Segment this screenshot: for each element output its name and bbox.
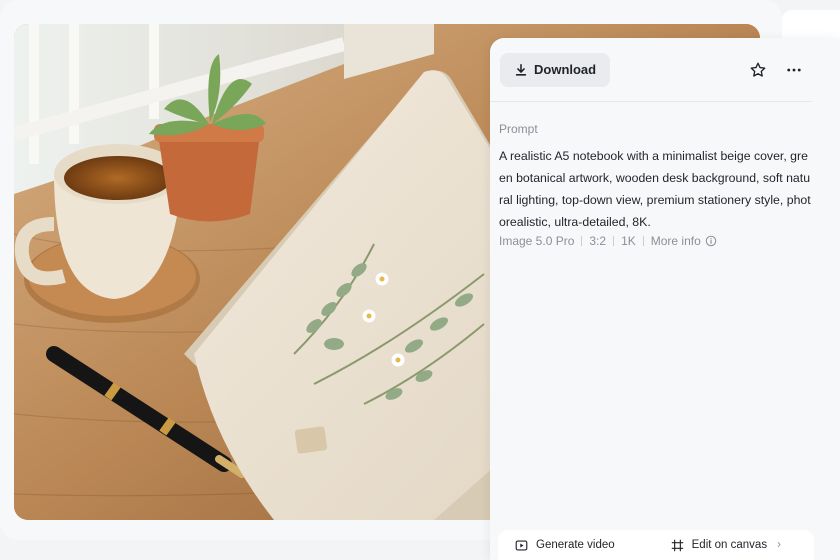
model-name: Image 5.0 Pro	[499, 234, 575, 248]
star-icon	[750, 62, 766, 77]
image-detail-view: Download Prompt A realistic A5 notebook …	[0, 0, 840, 560]
download-button[interactable]: Download	[500, 52, 611, 87]
generate-video-label: Generate video	[536, 539, 615, 551]
more-horizontal-icon	[787, 68, 801, 72]
details-panel: Download Prompt A realistic A5 notebook …	[490, 38, 840, 560]
favorite-button[interactable]	[746, 58, 770, 82]
more-info-link[interactable]: More info	[651, 234, 701, 248]
edit-on-canvas-label: Edit on canvas	[691, 539, 768, 551]
more-options-button[interactable]	[782, 58, 806, 82]
info-icon[interactable]	[705, 235, 717, 247]
bottom-action-bar: Generate video Edit on canvas ›	[498, 530, 814, 560]
edit-on-canvas-button[interactable]: Edit on canvas ›	[671, 539, 781, 552]
meta-divider	[642, 236, 644, 246]
resolution: 1K	[621, 234, 636, 248]
aspect-ratio: 3:2	[589, 234, 607, 248]
chevron-right-icon: ›	[777, 539, 781, 551]
meta-divider	[581, 236, 583, 246]
prompt-label: Prompt	[499, 122, 538, 136]
download-label: Download	[534, 62, 597, 77]
prompt-text: A realistic A5 notebook with a minimalis…	[499, 149, 811, 229]
generate-video-button[interactable]: Generate video	[515, 539, 615, 552]
generation-meta: Image 5.0 Pro 3:2 1K More info	[499, 234, 717, 248]
crop-canvas-icon	[671, 539, 683, 551]
download-icon	[515, 63, 527, 76]
play-video-icon	[515, 539, 528, 551]
meta-divider	[613, 236, 615, 246]
